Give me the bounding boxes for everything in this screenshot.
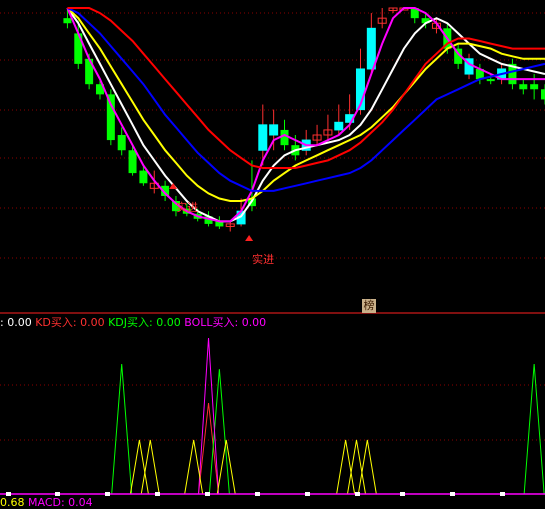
candle	[388, 7, 398, 14]
candle-body	[139, 170, 148, 184]
buy-arrow-icon	[245, 235, 254, 241]
ma-line	[66, 7, 545, 202]
baseline-dot	[355, 492, 360, 496]
signal-spike	[208, 369, 230, 495]
buy-arrow-icon	[169, 183, 178, 189]
baseline-dot	[205, 492, 210, 496]
candle-body	[366, 27, 376, 70]
baseline-dot	[255, 492, 260, 496]
candle-body	[519, 84, 528, 90]
candle-body	[106, 94, 115, 141]
signal-spike	[216, 439, 236, 495]
legend-item-kdj: KDJ买入: 0.00	[108, 316, 181, 329]
candle-body	[63, 18, 72, 24]
candle	[301, 129, 311, 156]
candle-body	[541, 89, 545, 100]
candle-body	[128, 150, 137, 174]
indicator-legend: : 0.00 KD买入: 0.00 KDJ买入: 0.00 BOLL买入: 0.…	[0, 316, 266, 330]
candle	[323, 114, 333, 141]
candle-body	[334, 121, 344, 131]
candle-body	[269, 124, 279, 136]
baseline-dot	[105, 492, 110, 496]
signal-spike	[111, 363, 133, 495]
candle	[464, 53, 474, 80]
legend-item-value: : 0.00	[0, 316, 32, 329]
macd-label: MACD: 0.04	[28, 496, 93, 509]
candle	[95, 79, 104, 100]
candle-body	[486, 79, 495, 82]
candle-body	[280, 129, 289, 146]
indicator-series	[111, 337, 545, 495]
candle	[508, 58, 517, 90]
candle	[541, 84, 545, 105]
indicator-grid	[0, 384, 545, 441]
baseline-dot	[155, 492, 160, 496]
candle	[530, 74, 539, 100]
baseline-dot	[450, 492, 455, 496]
moving-average-lines	[66, 7, 545, 223]
candle-body	[530, 84, 539, 90]
candle-body	[258, 124, 268, 151]
candle	[225, 221, 235, 232]
candle	[215, 216, 224, 229]
macd-value: 0.68	[0, 496, 25, 509]
ma-line	[66, 7, 545, 192]
signal-spike	[523, 363, 545, 495]
buy-signal-label: 实进	[252, 252, 274, 266]
baseline-dot	[400, 492, 405, 496]
candle	[334, 104, 344, 135]
candle	[377, 8, 387, 29]
macd-legend: 0.68 MACD: 0.04	[0, 497, 93, 509]
candlestick-series	[63, 7, 545, 232]
buy-signal-label: 实进	[176, 200, 198, 214]
candle	[519, 79, 528, 95]
chart-canvas: 实进实进实进	[0, 7, 545, 496]
legend-item-kd: KD买入: 0.00	[35, 316, 105, 329]
baseline-dot	[500, 492, 505, 496]
legend-item-boll: BOLL买入: 0.00	[184, 316, 267, 329]
candle-body	[117, 135, 126, 151]
badge-label: 榜	[362, 299, 376, 313]
baseline-dot	[305, 492, 310, 496]
candle	[312, 124, 322, 146]
